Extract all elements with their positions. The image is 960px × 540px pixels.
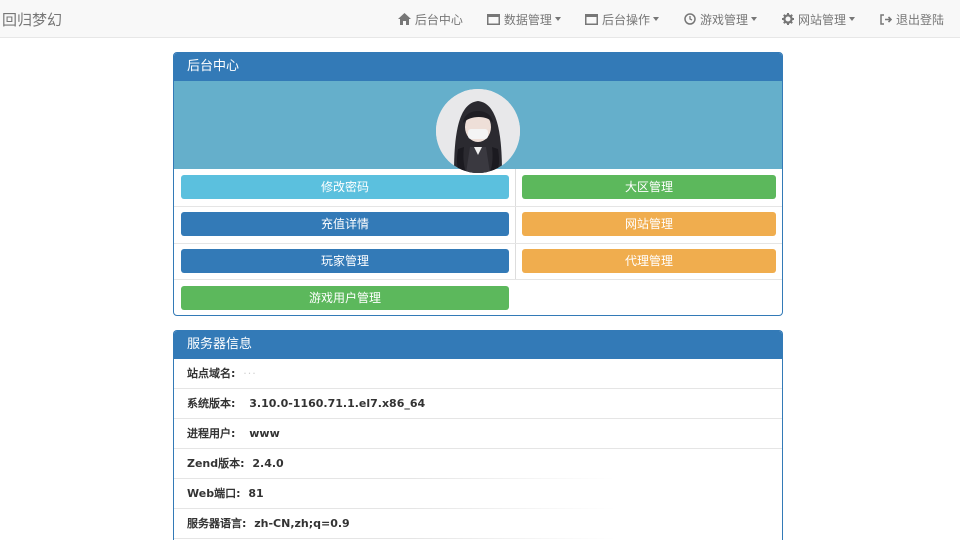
- info-row-system-version: 系统版本: 3.10.0-1160.71.1.el7.x86_64: [174, 389, 782, 419]
- panel-title: 后台中心: [174, 53, 782, 81]
- caret-down-icon: [554, 17, 561, 21]
- player-management-button[interactable]: 玩家管理: [181, 249, 509, 273]
- info-value: 81: [248, 487, 264, 500]
- info-value: www: [249, 427, 280, 440]
- gear-icon: [781, 12, 795, 26]
- window-icon: [487, 12, 501, 26]
- district-management-button[interactable]: 大区管理: [522, 175, 776, 199]
- game-user-management-button[interactable]: 游戏用户管理: [181, 286, 509, 310]
- info-label: Web端口:: [187, 487, 241, 500]
- grid-divider: [174, 243, 782, 244]
- nav-item-website-management[interactable]: 网站管理: [769, 0, 867, 38]
- logout-icon: [879, 12, 893, 26]
- info-value: zh-CN,zh;q=0.9: [254, 517, 350, 530]
- server-info-panel: 服务器信息 站点域名: ··· 系统版本: 3.10.0-1160.71.1.e…: [173, 330, 783, 540]
- main-nav: 后台中心 数据管理 后台操作 游戏管理 网站管理 退出登陆: [386, 0, 956, 38]
- info-value: 2.4.0: [252, 457, 284, 470]
- avatar-band: [174, 81, 782, 173]
- info-row-server-language: 服务器语言: zh-CN,zh;q=0.9: [174, 509, 782, 539]
- recharge-details-button[interactable]: 充值详情: [181, 212, 509, 236]
- agent-management-button[interactable]: 代理管理: [522, 249, 776, 273]
- info-row-zend-version: Zend版本: 2.4.0: [174, 449, 782, 479]
- admin-center-panel: 后台中心 修改密码 大区管理 充值详情 网站管理 玩家管理 代理管理 游戏用户管…: [173, 52, 783, 316]
- nav-item-label: 退出登陆: [895, 12, 944, 27]
- clock-icon: [683, 12, 697, 26]
- info-label: 系统版本:: [187, 397, 236, 410]
- info-value: 3.10.0-1160.71.1.el7.x86_64: [249, 397, 426, 410]
- website-management-button[interactable]: 网站管理: [522, 212, 776, 236]
- nav-item-label: 后台操作: [601, 12, 650, 27]
- caret-down-icon: [848, 17, 855, 21]
- panel-title: 服务器信息: [174, 331, 782, 359]
- nav-item-label: 数据管理: [503, 12, 552, 27]
- info-value: ···: [243, 367, 257, 380]
- info-row-site-domain: 站点域名: ···: [174, 359, 782, 389]
- avatar: [436, 89, 520, 173]
- caret-down-icon: [750, 17, 757, 21]
- top-navbar: 回归梦幻 后台中心 数据管理 后台操作 游戏管理 网站管理 退出登陆: [0, 0, 960, 38]
- grid-divider: [174, 279, 782, 280]
- admin-button-grid: 修改密码 大区管理 充值详情 网站管理 玩家管理 代理管理 游戏用户管理: [174, 169, 782, 315]
- nav-item-admin-center[interactable]: 后台中心: [386, 0, 475, 38]
- caret-down-icon: [652, 17, 659, 21]
- info-label: 站点域名:: [187, 367, 236, 380]
- nav-item-label: 后台中心: [414, 12, 463, 27]
- grid-divider: [515, 169, 516, 279]
- nav-item-logout[interactable]: 退出登陆: [867, 0, 956, 38]
- nav-item-label: 网站管理: [797, 12, 846, 27]
- info-row-web-port: Web端口: 81: [174, 479, 782, 509]
- nav-item-backend-ops[interactable]: 后台操作: [573, 0, 671, 38]
- nav-item-game-management[interactable]: 游戏管理: [671, 0, 769, 38]
- change-password-button[interactable]: 修改密码: [181, 175, 509, 199]
- info-label: 进程用户:: [187, 427, 236, 440]
- brand-title[interactable]: 回归梦幻: [2, 9, 62, 30]
- home-icon: [398, 12, 412, 26]
- grid-divider: [174, 206, 782, 207]
- nav-item-label: 游戏管理: [699, 12, 748, 27]
- window-icon: [585, 12, 599, 26]
- info-label: Zend版本:: [187, 457, 245, 470]
- info-label: 服务器语言:: [187, 517, 247, 530]
- avatar-image: [436, 89, 520, 173]
- nav-item-data-management[interactable]: 数据管理: [475, 0, 573, 38]
- info-row-process-user: 进程用户: www: [174, 419, 782, 449]
